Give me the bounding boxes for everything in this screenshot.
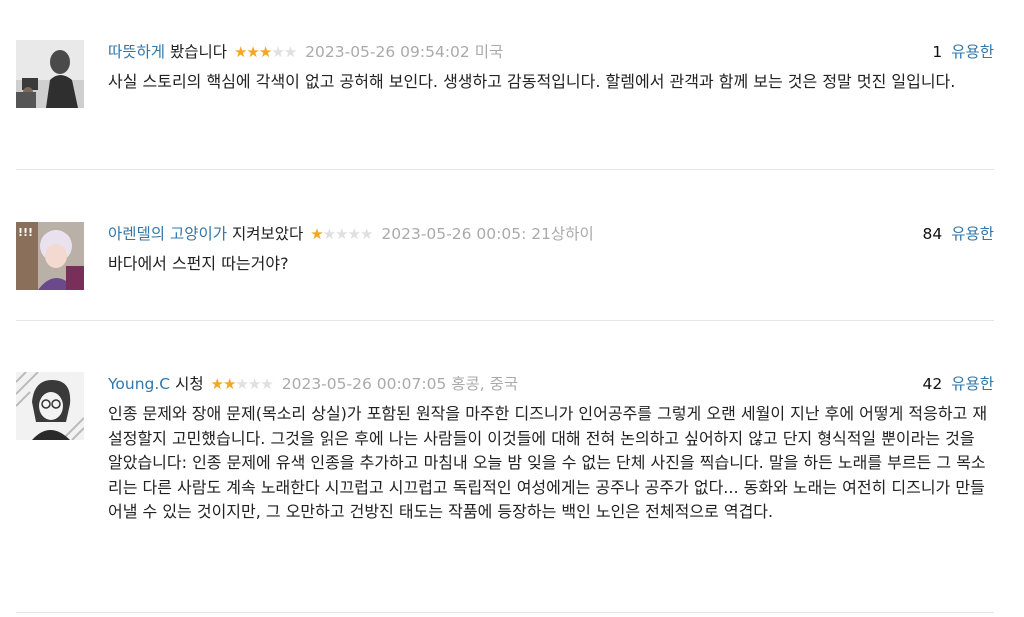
useful-count: 84: [922, 225, 943, 243]
review-item: 따뜻하게 봤습니다 ★★★★★ 2023-05-26 09:54:02 미국 1…: [16, 40, 994, 140]
divider: [16, 169, 994, 170]
useful-count: 42: [922, 375, 943, 393]
useful-vote: 84 유용한: [923, 222, 994, 246]
review-item: !!! 아렌델의 고양이가 지켜보았다 ★★★★★ 2023-05-26 00:…: [16, 222, 994, 292]
svg-text:!!!: !!!: [18, 226, 33, 239]
star-filled-icon: ★★: [210, 375, 237, 393]
useful-vote: 1 유용한: [932, 40, 994, 64]
review-meta: 2023-05-26 00:07:05 홍콩, 중국: [281, 375, 519, 393]
review-header: 아렌델의 고양이가 지켜보았다 ★★★★★ 2023-05-26 00:05: …: [108, 222, 994, 246]
review-header: Young.C 시청 ★★★★★ 2023-05-26 00:07:05 홍콩,…: [108, 372, 994, 396]
avatar[interactable]: [16, 40, 84, 108]
review-text: 인종 문제와 장애 문제(목소리 상실)가 포함된 원작을 마주한 디즈니가 인…: [108, 404, 988, 521]
review-meta: 2023-05-26 00:05: 21상하이: [381, 225, 594, 243]
useful-button[interactable]: 유용한: [951, 43, 994, 61]
review-item: Young.C 시청 ★★★★★ 2023-05-26 00:07:05 홍콩,…: [16, 372, 994, 582]
divider: [16, 612, 994, 613]
review-action: 봤습니다: [169, 43, 228, 61]
reviewer-name[interactable]: Young.C: [108, 375, 170, 393]
review-text: 바다에서 스펀지 따는거야?: [108, 254, 289, 273]
rating-stars: ★★★★★: [310, 225, 374, 243]
reviewer-name[interactable]: 아렌델의 고양이가: [108, 225, 227, 243]
review-meta: 2023-05-26 09:54:02 미국: [305, 43, 504, 61]
useful-button[interactable]: 유용한: [951, 225, 994, 243]
rating-stars: ★★★★★: [210, 375, 274, 393]
star-filled-icon: ★: [310, 225, 323, 243]
rating-stars: ★★★★★: [233, 43, 297, 61]
review-header: 따뜻하게 봤습니다 ★★★★★ 2023-05-26 09:54:02 미국: [108, 40, 994, 64]
review-text: 사실 스토리의 핵심에 각색이 없고 공허해 보인다. 생생하고 감동적입니다.…: [108, 72, 956, 91]
useful-vote: 42 유용한: [923, 372, 994, 396]
divider: [16, 320, 994, 321]
avatar[interactable]: !!!: [16, 222, 84, 290]
star-filled-icon: ★★★: [233, 43, 272, 61]
star-empty-icon: ★★★★: [322, 225, 374, 243]
useful-count: 1: [932, 43, 943, 61]
review-list: 따뜻하게 봤습니다 ★★★★★ 2023-05-26 09:54:02 미국 1…: [0, 0, 1024, 617]
star-empty-icon: ★★★: [235, 375, 273, 393]
review-action: 지켜보았다: [231, 225, 304, 243]
review-action: 시청: [175, 375, 204, 393]
avatar[interactable]: [16, 372, 84, 440]
reviewer-name[interactable]: 따뜻하게: [108, 43, 165, 61]
star-empty-icon: ★★: [271, 43, 297, 61]
useful-button[interactable]: 유용한: [951, 375, 994, 393]
